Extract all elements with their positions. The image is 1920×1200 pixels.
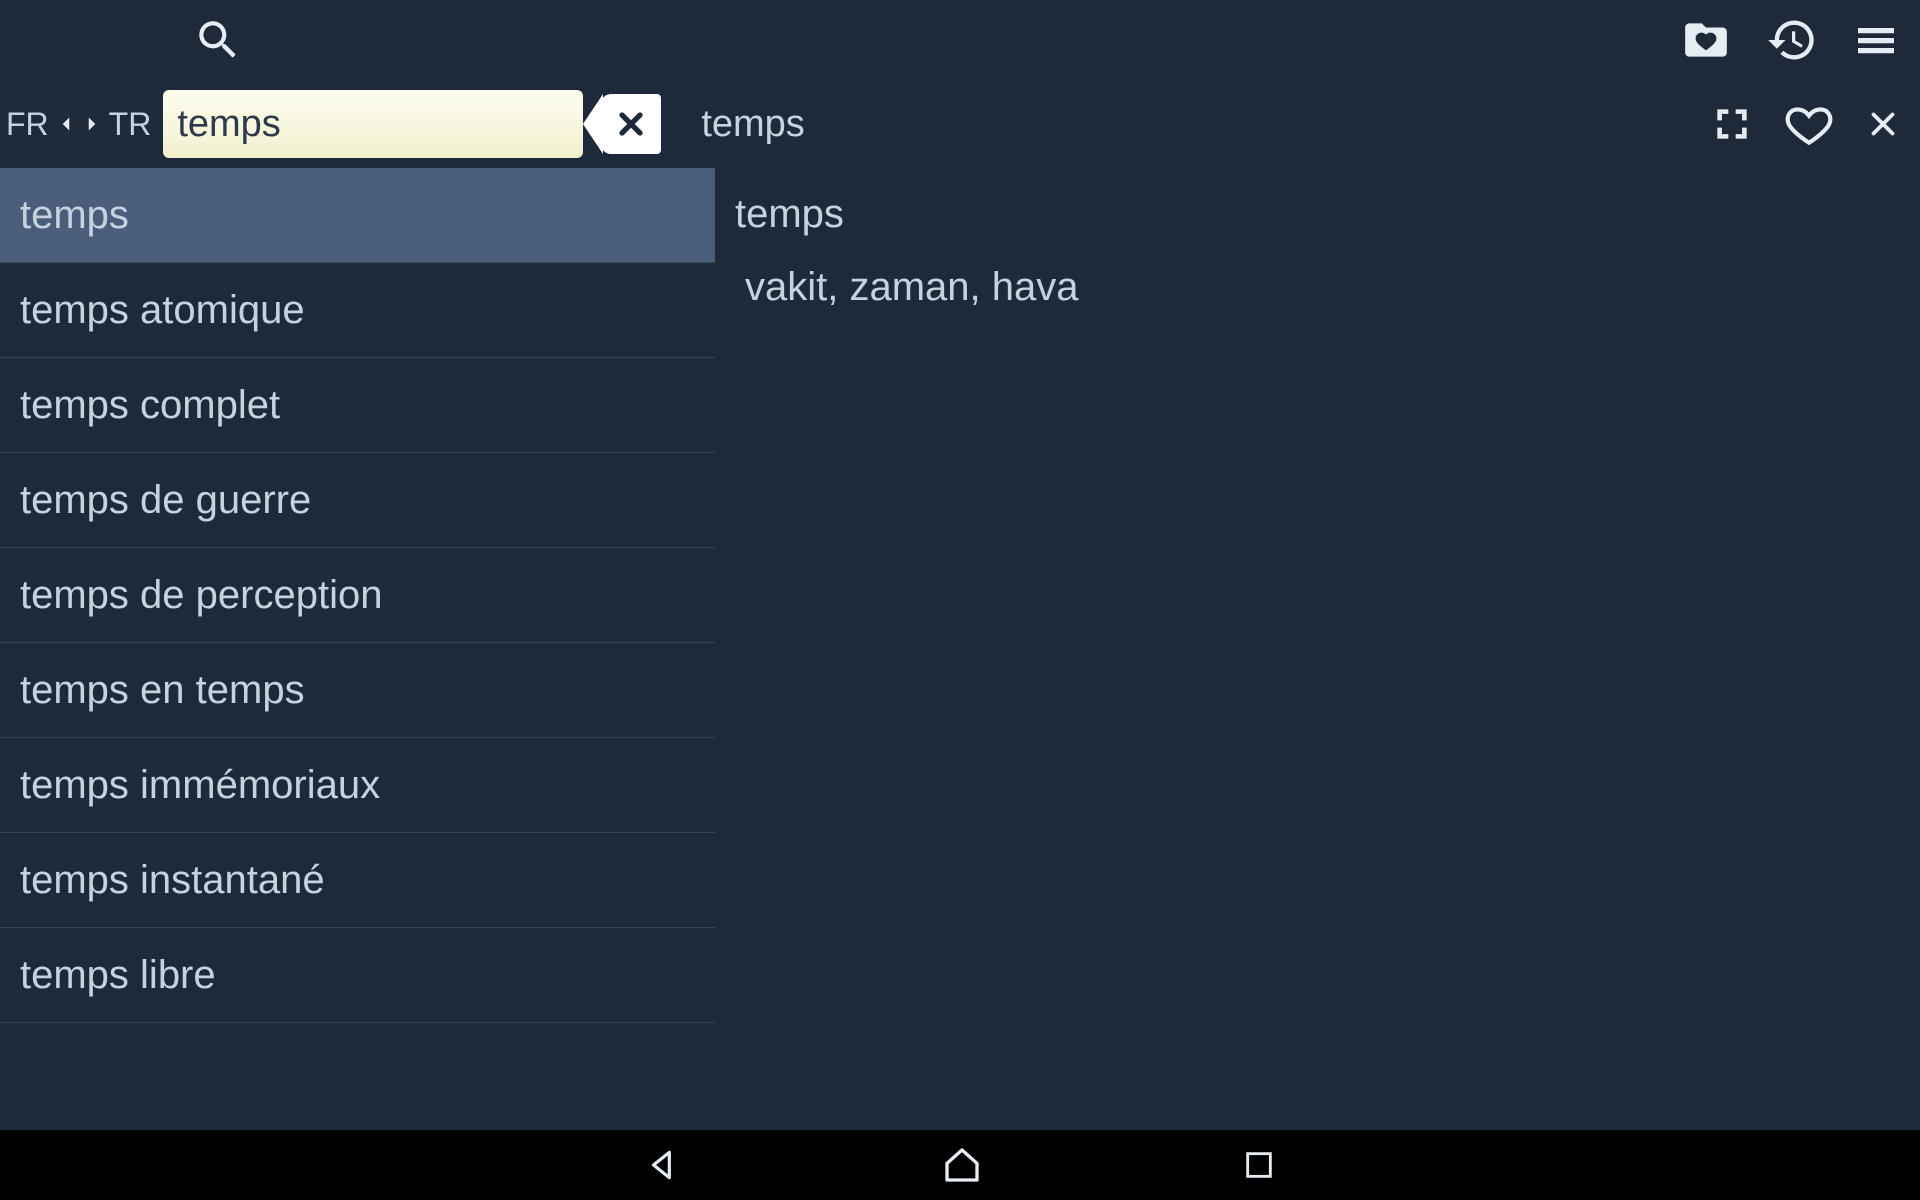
list-item[interactable]: temps instantané — [0, 833, 715, 928]
favorite-icon[interactable] — [1784, 99, 1834, 149]
list-item[interactable]: temps de guerre — [0, 453, 715, 548]
swap-icon — [51, 104, 107, 144]
results-list[interactable]: tempstemps atomiquetemps complettemps de… — [0, 168, 715, 1130]
history-icon[interactable] — [1766, 14, 1818, 66]
list-item[interactable]: temps — [0, 168, 715, 263]
search-field-wrap — [163, 90, 583, 158]
android-navbar — [0, 1130, 1920, 1200]
search-icon[interactable] — [193, 15, 243, 65]
list-item[interactable]: temps en temps — [0, 643, 715, 738]
language-toggle[interactable]: FR TR — [4, 104, 153, 144]
search-toolbar: FR TR temps — [0, 80, 1920, 168]
list-item[interactable]: temps de perception — [0, 548, 715, 643]
top-bar — [0, 0, 1920, 80]
list-item[interactable]: temps immémoriaux — [0, 738, 715, 833]
detail-title: temps — [701, 103, 804, 146]
close-icon[interactable] — [1864, 105, 1902, 143]
favorites-folder-icon[interactable] — [1678, 15, 1734, 65]
detail-term: temps — [735, 192, 1900, 237]
list-item[interactable]: temps libre — [0, 928, 715, 1023]
list-item[interactable]: temps complet — [0, 358, 715, 453]
detail-panel: temps vakit, zaman, hava — [715, 168, 1920, 1130]
home-icon[interactable] — [942, 1145, 982, 1185]
clear-search-button[interactable] — [601, 94, 661, 154]
lang-from-label: FR — [4, 106, 51, 143]
list-item[interactable]: temps atomique — [0, 263, 715, 358]
back-icon[interactable] — [644, 1146, 682, 1184]
detail-translation: vakit, zaman, hava — [735, 265, 1900, 310]
fullscreen-icon[interactable] — [1710, 102, 1754, 146]
lang-to-label: TR — [107, 106, 154, 143]
recent-apps-icon[interactable] — [1242, 1148, 1276, 1182]
menu-icon[interactable] — [1850, 16, 1902, 64]
main-area: tempstemps atomiquetemps complettemps de… — [0, 168, 1920, 1130]
